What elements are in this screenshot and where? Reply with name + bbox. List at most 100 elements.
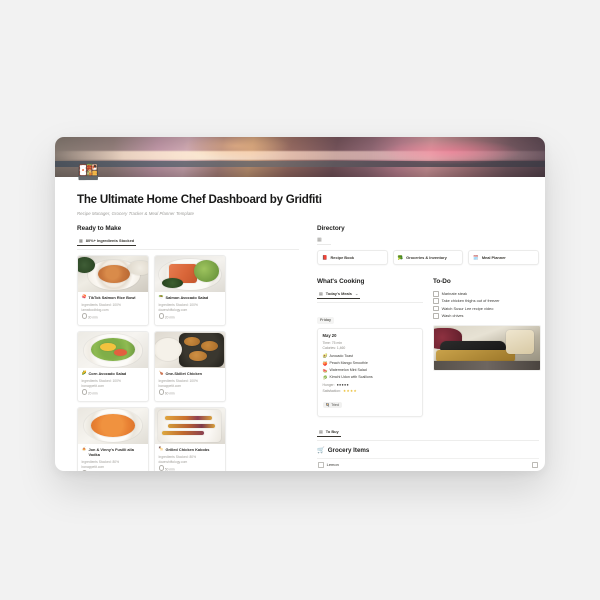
todo-item[interactable]: Watch Susur Lee recipe video [433,305,539,312]
meal-card[interactable]: May 20 Time: 75 min Calories: 1,460 🥑 Av… [317,327,423,418]
directory-link-recipe-book[interactable]: 📕 Recipe Book [317,250,388,265]
checkbox-icon[interactable] [433,298,439,304]
clock-icon [158,389,164,395]
tab-label: Today's Meals [325,291,352,296]
recipe-card[interactable]: 🍗 One-Skillet Chicken Ingredients Stocke… [154,330,226,402]
leafy-green-icon: 🥬 [322,374,328,380]
hunger-label: Hunger: [322,383,335,388]
recipe-thumbnail [78,407,148,444]
directory-link-groceries-inventory[interactable]: 🥦 Groceries & Inventory [392,250,464,265]
recipe-meta: Ingredients Stocked: 80% downshiftology.… [158,455,222,471]
recipe-thumbnail [78,256,148,292]
clock-icon [81,389,87,395]
recipe-time-row: 60 min [158,389,222,397]
recipe-title-row: 🍝 Jon & Vinny's Fusilli alla Vodka [82,446,145,458]
recipe-time-row: 30 min [81,470,145,471]
meal-item-label: Avocado Toast [329,353,353,358]
grocery-row-left: Lemon [318,461,339,469]
day-group-label: Friday [317,316,335,324]
screenshot-stage: 🍱 The Ultimate Home Chef Dashboard by Gr… [0,0,600,600]
todo-item-label: Wash chives [441,313,464,319]
page-content: The Ultimate Home Chef Dashboard by Grid… [55,177,545,471]
recipe-emoji: 🌽 [81,369,87,375]
recipe-thumbnail [78,331,148,368]
recipe-title: Corn Avocado Salad [88,370,127,376]
tab-label: To Buy [325,429,339,435]
meal-item-label: Kimchi Udon with Scallions [329,375,373,380]
recipe-title: Jon & Vinny's Fusilli alla Vodka [88,446,134,458]
recipe-time: 50 min [164,467,175,471]
recipe-title-row: 🍗 One-Skillet Chicken [159,370,222,376]
recipe-thumbnail [155,256,225,292]
meal-item: 🍉 Watermelon Mint Salad [323,367,418,374]
recipe-card[interactable]: 🍝 Jon & Vinny's Fusilli alla Vodka Ingre… [77,406,149,471]
page-icon-emoji[interactable]: 🍱 [77,161,99,183]
recipe-card[interactable]: 🌽 Corn Avocado Salad Ingredients Stocked… [77,330,149,402]
recipe-time-row: 50 min [158,465,222,471]
recipe-card[interactable]: 🥗 Salmon Avocado Salad Ingredients Stock… [154,255,226,326]
clock-icon [81,313,87,319]
page-title: The Ultimate Home Chef Dashboard by Grid… [77,193,322,206]
meal-item: 🥬 Kimchi Udon with Scallions [323,374,418,381]
tab-label: 80%+ Ingredients Stocked [85,238,135,243]
top-columns: Ready to Make ▦ 80%+ Ingredients Stocked [77,225,541,471]
todo-item-label: Marinate steak [441,291,468,296]
recipe-card-body: 🌽 Corn Avocado Salad Ingredients Stocked… [78,368,148,401]
tab-todays-meals[interactable]: ▤ Today's Meals ⌄ [317,290,361,299]
recipe-time: 30 min [87,315,98,320]
todo-item[interactable]: Take chicken thighs out of freezer [433,297,539,304]
recipe-time-row: 20 min [81,389,145,397]
ready-to-make-tabrow: ▦ 80%+ Ingredients Stocked [77,237,299,250]
recipe-meta: Ingredients Stocked: 100% downshiftology… [158,303,222,321]
recipe-card[interactable]: 🍢 Grilled Chicken Kabobs Ingredients Sto… [154,406,226,471]
dashboard-window: 🍱 The Ultimate Home Chef Dashboard by Gr… [55,137,545,471]
calendar-icon: 🗓️ [473,254,479,260]
pink-light-glow [378,139,526,165]
recipe-title-row: 🥗 Salmon Avocado Salad [159,294,222,300]
recipe-meta: Ingredients Stocked: 100% bonappetit.com… [158,379,222,397]
clock-icon [158,313,164,319]
avocado-icon: 🥑 [322,353,328,359]
broccoli-icon: 🥦 [397,254,404,260]
meal-date: May 20 [322,332,337,338]
todo-item[interactable]: Marinate steak [433,290,539,297]
hunger-value: ●●●●● [336,383,349,388]
recipe-title: Grilled Chicken Kabobs [165,446,210,452]
satisfaction-value: ★★★★ [342,389,358,394]
recipe-title: TikTok Salmon Rice Bowl [88,295,136,300]
recipe-title: Salmon Avocado Salad [165,295,209,300]
to-buy-section: ▤ To Buy 🛒 Grocery Items Lemon [317,428,539,471]
meal-item-label: Peach Mango Smoothie [329,360,368,365]
peach-icon: 🍑 [322,360,328,366]
recipe-title-row: 🍣 TikTok Salmon Rice Bowl [82,294,145,300]
status-badge: 🍳 Tried [322,401,342,409]
clock-icon [81,470,87,471]
page-cover-banner [55,137,545,177]
chevron-down-icon[interactable]: ⌄ [355,291,358,296]
grocery-items-label: Grocery Items [327,446,370,454]
directory-links: 📕 Recipe Book 🥦 Groceries & Inventory 🗓️… [317,250,540,265]
checkbox-icon[interactable] [532,461,538,468]
todo-heading: To-Do [433,278,451,285]
checkbox-icon[interactable] [433,313,439,319]
watermelon-icon: 🍉 [322,367,328,373]
todo-item[interactable]: Wash chives [433,312,539,319]
hunger-rating: Hunger: ●●●●● [323,383,418,387]
cooking-icon: 🍳 [325,403,330,408]
tab-to-buy[interactable]: ▤ To Buy [317,428,341,438]
recipe-card-body: 🍝 Jon & Vinny's Fusilli alla Vodka Ingre… [78,444,148,471]
grocery-item-label: Lemon [326,462,339,468]
lower-columns: What's Cooking ▤ Today's Meals ⌄ Friday [317,278,541,418]
checkbox-icon[interactable] [433,290,439,297]
recipe-meta: Ingredients Stocked: 100% iamafoodblog.c… [81,303,145,321]
tab-ingredients-stocked[interactable]: ▦ 80%+ Ingredients Stocked [77,237,137,246]
checkbox-icon[interactable] [433,305,439,312]
recipe-card-body: 🥗 Salmon Avocado Salad Ingredients Stock… [155,292,225,325]
directory-link-meal-planner[interactable]: 🗓️ Meal Planner [468,250,540,265]
todo-photo [433,324,541,371]
directory-underline [317,244,331,245]
grocery-row[interactable]: Lemon [317,458,539,471]
recipe-card[interactable]: 🍣 TikTok Salmon Rice Bowl Ingredients St… [77,255,149,326]
recipe-card-body: 🍗 One-Skillet Chicken Ingredients Stocke… [155,368,225,401]
page-subtitle: Recipe Manager, Grocery Tracker & Meal P… [77,211,194,216]
